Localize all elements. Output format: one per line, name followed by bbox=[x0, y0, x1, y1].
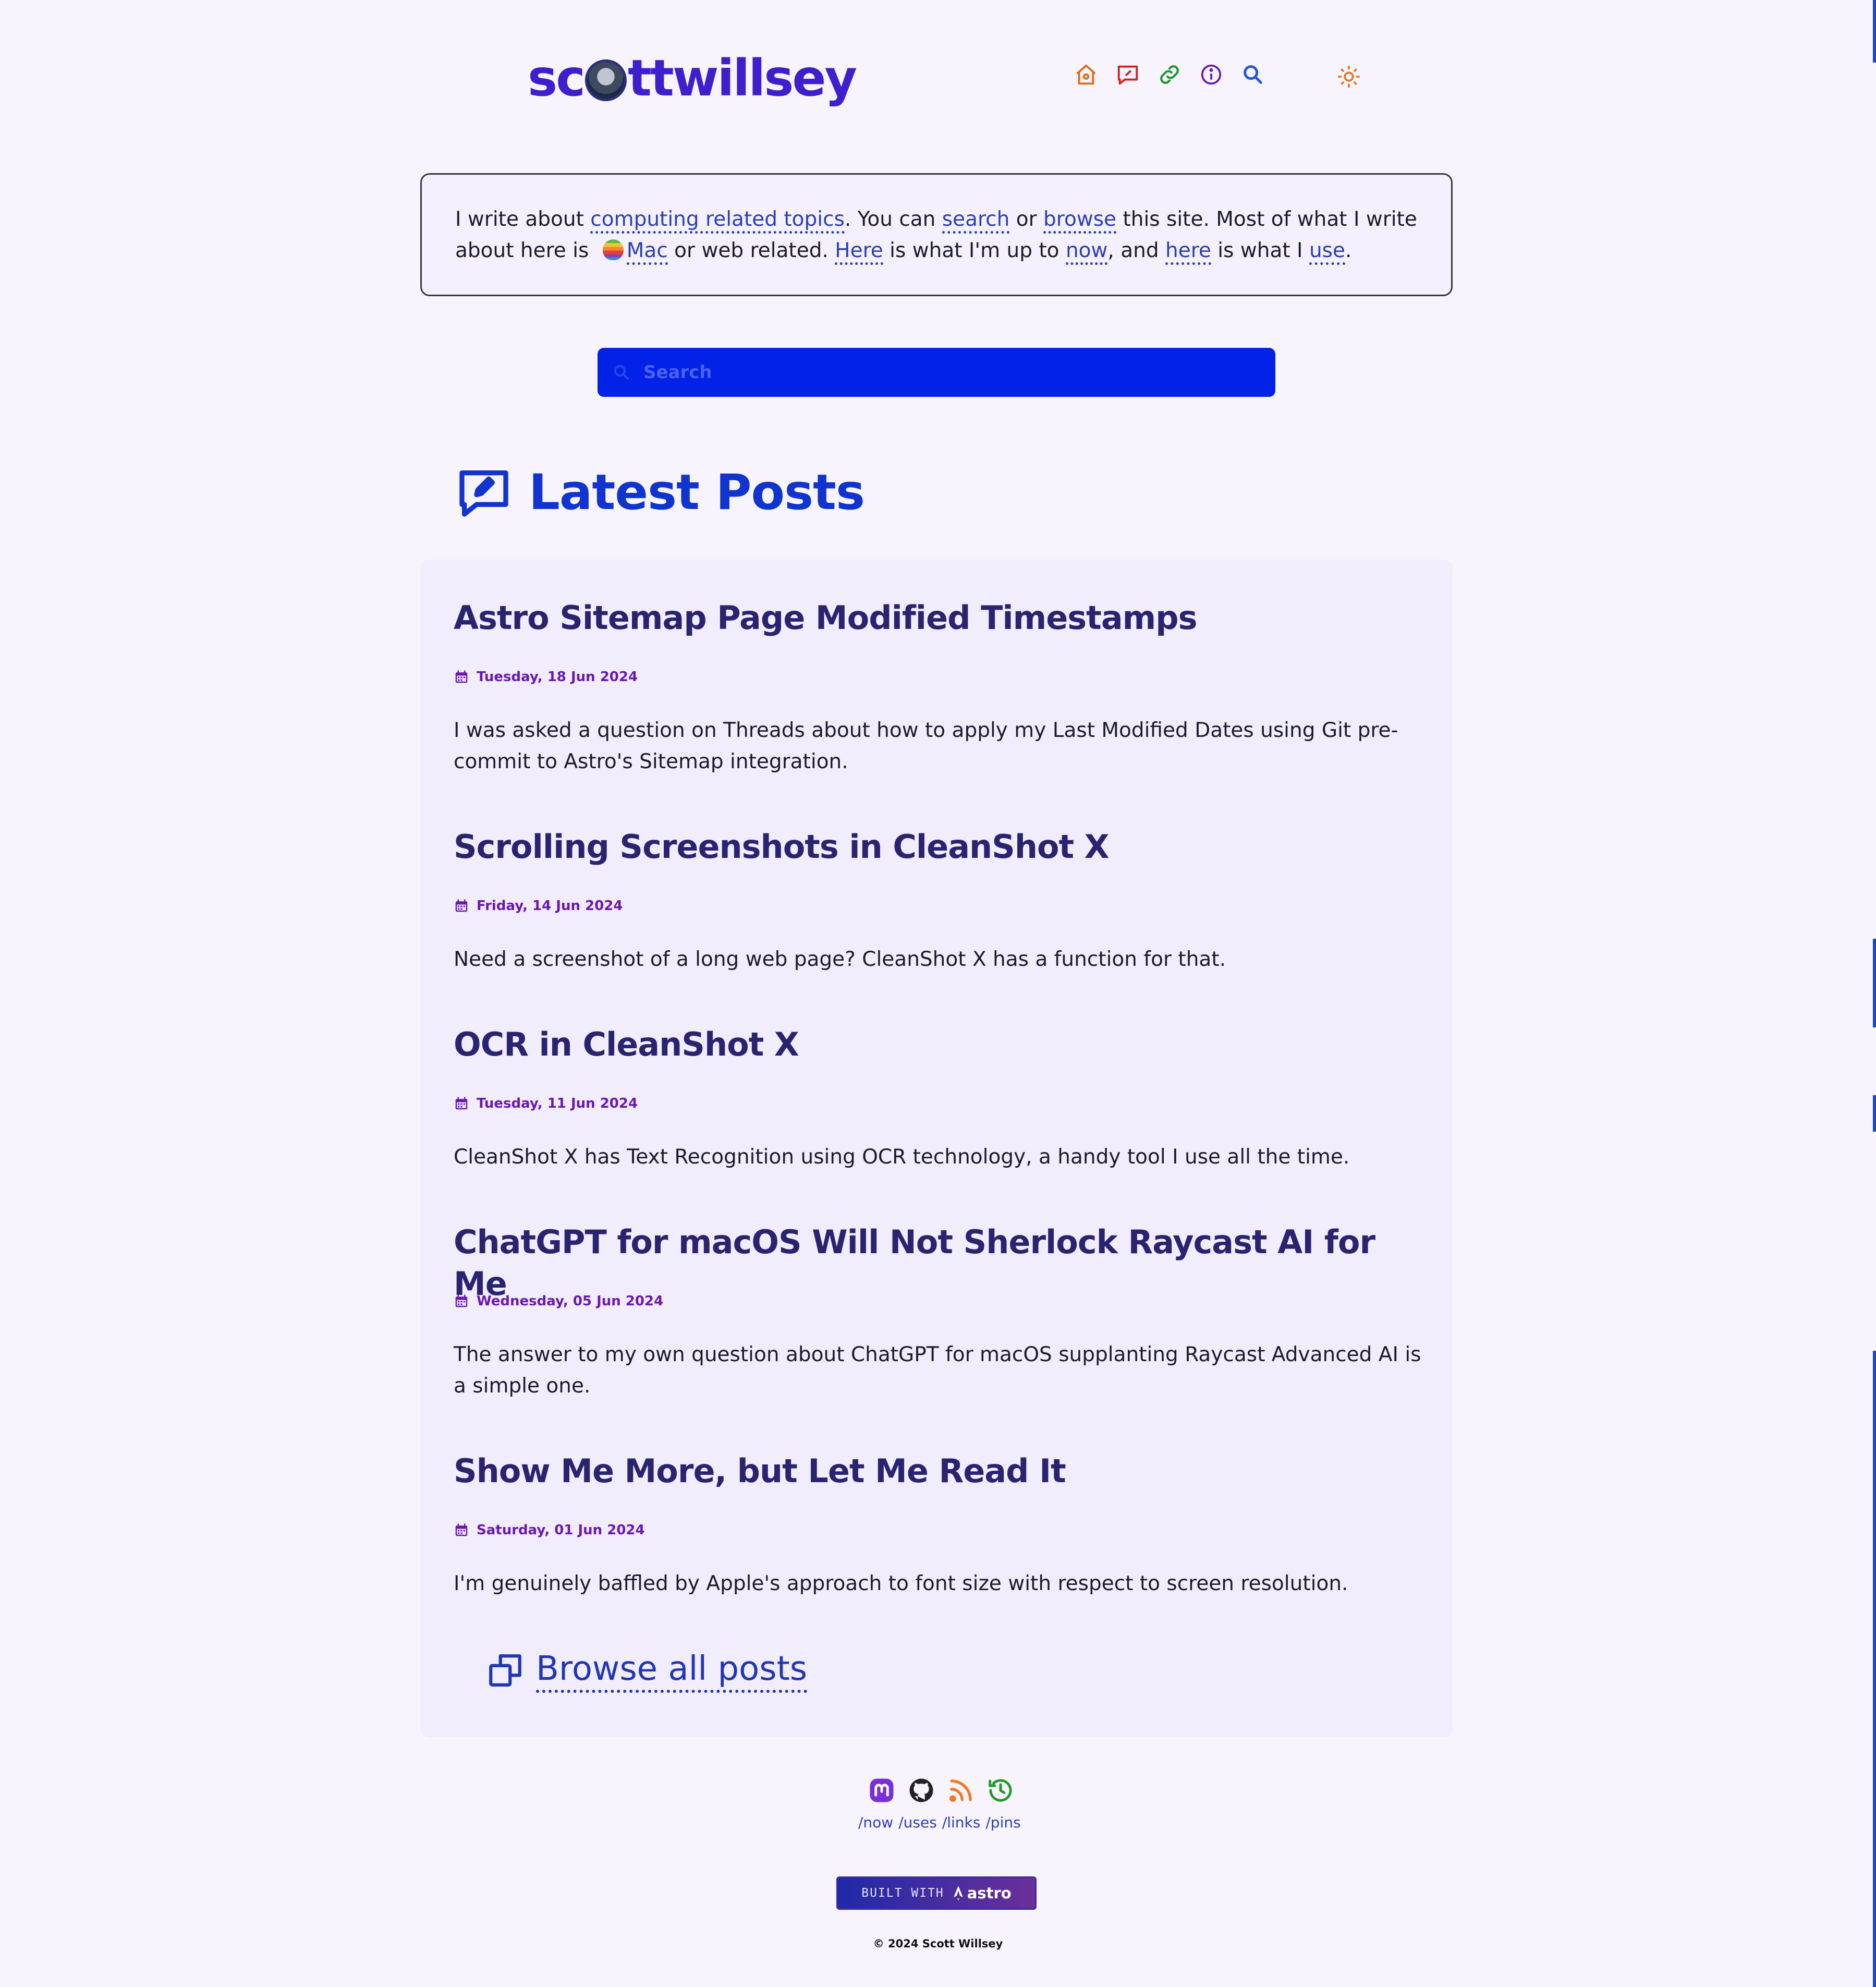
post-date-text: Tuesday, 18 Jun 2024 bbox=[477, 669, 638, 685]
apple-logo-icon bbox=[602, 239, 624, 260]
built-with-astro-badge[interactable]: BUILT WITH astro bbox=[836, 1876, 1037, 1910]
logo-text-end: ttwillsey bbox=[628, 49, 857, 107]
post-item: Astro Sitemap Page Modified Timestamps T… bbox=[454, 597, 1434, 773]
calendar-icon bbox=[455, 1097, 468, 1110]
footer-link-now[interactable]: /now bbox=[858, 1814, 893, 1831]
post-item: ChatGPT for macOS Will Not Sherlock Rayc… bbox=[454, 1221, 1434, 1398]
post-date: Tuesday, 11 Jun 2024 bbox=[454, 1096, 638, 1111]
links-icon[interactable] bbox=[1158, 63, 1181, 87]
post-date-text: Saturday, 01 Jun 2024 bbox=[477, 1522, 645, 1538]
post-title[interactable]: Scrolling Screenshots in CleanShot X bbox=[454, 826, 1434, 868]
post-date: Friday, 14 Jun 2024 bbox=[454, 898, 623, 914]
post-title[interactable]: ChatGPT for macOS Will Not Sherlock Rayc… bbox=[454, 1221, 1434, 1305]
calendar-icon bbox=[455, 670, 468, 683]
post-item: Show Me More, but Let Me Read It Saturda… bbox=[454, 1450, 1434, 1595]
mastodon-icon[interactable] bbox=[868, 1776, 896, 1804]
intro-text: or bbox=[1009, 208, 1044, 231]
astro-text: astro bbox=[967, 1884, 1012, 1902]
post-title[interactable]: OCR in CleanShot X bbox=[454, 1024, 1434, 1065]
post-excerpt: The answer to my own question about Chat… bbox=[454, 1343, 1421, 1398]
footer-link-uses[interactable]: /uses bbox=[898, 1814, 937, 1831]
home-icon[interactable] bbox=[1074, 63, 1098, 87]
post-excerpt: Need a screenshot of a long web page? Cl… bbox=[454, 948, 1226, 971]
post-date-text: Tuesday, 11 Jun 2024 bbox=[477, 1096, 638, 1111]
intro-text: or web related. bbox=[667, 239, 835, 262]
built-with-label: BUILT WITH bbox=[861, 1886, 944, 1900]
astro-icon bbox=[953, 1886, 963, 1900]
history-icon[interactable] bbox=[986, 1776, 1015, 1804]
now-link[interactable]: now bbox=[1065, 239, 1108, 265]
rss-icon[interactable] bbox=[947, 1776, 975, 1804]
here-now-link[interactable]: Here bbox=[835, 239, 883, 265]
posts-icon bbox=[459, 470, 508, 517]
search-icon[interactable] bbox=[1241, 63, 1265, 87]
astro-logo: astro bbox=[953, 1884, 1012, 1902]
intro-text: I write about bbox=[455, 208, 591, 231]
here-uses-link[interactable]: here bbox=[1165, 239, 1211, 265]
footer-link-pins[interactable]: /pins bbox=[985, 1814, 1020, 1831]
page-title: Latest Posts bbox=[529, 464, 865, 521]
mac-link[interactable]: Mac bbox=[626, 239, 668, 265]
calendar-icon bbox=[455, 1523, 468, 1536]
search-icon bbox=[614, 365, 629, 380]
post-item: Scrolling Screenshots in CleanShot X Fri… bbox=[454, 826, 1434, 971]
scrollbar-segment[interactable] bbox=[1873, 1095, 1876, 1132]
browse-link[interactable]: browse bbox=[1043, 208, 1117, 234]
post-date: Saturday, 01 Jun 2024 bbox=[454, 1522, 645, 1538]
post-date-text: Wednesday, 05 Jun 2024 bbox=[477, 1293, 664, 1309]
scrollbar-segment[interactable] bbox=[1873, 1351, 1876, 1987]
post-title[interactable]: Astro Sitemap Page Modified Timestamps bbox=[454, 597, 1434, 639]
avatar bbox=[585, 59, 627, 101]
scrollbar-segment[interactable] bbox=[1873, 0, 1876, 63]
search-input[interactable] bbox=[642, 361, 1275, 383]
social-links bbox=[868, 1776, 1015, 1804]
main-nav bbox=[1074, 63, 1265, 87]
intro-card: I write about computing related topics. … bbox=[420, 173, 1453, 296]
search-link[interactable]: search bbox=[942, 208, 1010, 234]
footer-links: /now /uses /links /pins bbox=[858, 1814, 1021, 1831]
calendar-icon bbox=[455, 899, 468, 912]
post-excerpt: CleanShot X has Text Recognition using O… bbox=[454, 1145, 1350, 1169]
post-date: Tuesday, 18 Jun 2024 bbox=[454, 669, 638, 685]
posts-list: Astro Sitemap Page Modified Timestamps T… bbox=[420, 560, 1453, 1737]
github-icon[interactable] bbox=[907, 1776, 935, 1804]
latest-posts-heading: Latest Posts bbox=[455, 463, 865, 522]
intro-text: . bbox=[1345, 239, 1352, 262]
topics-link[interactable]: computing related topics bbox=[590, 208, 845, 234]
posts-icon[interactable] bbox=[1116, 63, 1140, 87]
search-bar[interactable] bbox=[598, 348, 1275, 397]
post-title[interactable]: Show Me More, but Let Me Read It bbox=[454, 1450, 1434, 1492]
post-excerpt: I was asked a question on Threads about … bbox=[454, 719, 1398, 773]
browse-all-posts-link[interactable]: Browse all posts bbox=[536, 1648, 808, 1693]
intro-text: is what I'm up to bbox=[883, 239, 1066, 262]
footer-link-links[interactable]: /links bbox=[942, 1814, 981, 1831]
calendar-icon bbox=[455, 1294, 468, 1307]
post-excerpt: I'm genuinely baffled by Apple's approac… bbox=[454, 1572, 1348, 1595]
logo-text-start: sc bbox=[528, 49, 586, 107]
use-link[interactable]: use bbox=[1309, 239, 1345, 265]
intro-text: , and bbox=[1107, 239, 1165, 262]
intro-text: is what I bbox=[1211, 239, 1309, 262]
browse-all-posts[interactable]: Browse all posts bbox=[486, 1648, 808, 1693]
intro-text: . You can bbox=[844, 208, 942, 231]
copy-icon bbox=[489, 1654, 521, 1687]
post-date: Wednesday, 05 Jun 2024 bbox=[454, 1293, 663, 1309]
post-date-text: Friday, 14 Jun 2024 bbox=[477, 898, 623, 914]
site-logo[interactable]: sc ttwillsey bbox=[528, 47, 857, 110]
info-icon[interactable] bbox=[1199, 63, 1223, 87]
sun-icon[interactable] bbox=[1337, 65, 1361, 89]
post-item: OCR in CleanShot X Tuesday, 11 Jun 2024 … bbox=[454, 1024, 1434, 1169]
scrollbar-segment[interactable] bbox=[1873, 939, 1876, 1027]
copyright: © 2024 Scott Willsey bbox=[873, 1937, 1003, 1950]
